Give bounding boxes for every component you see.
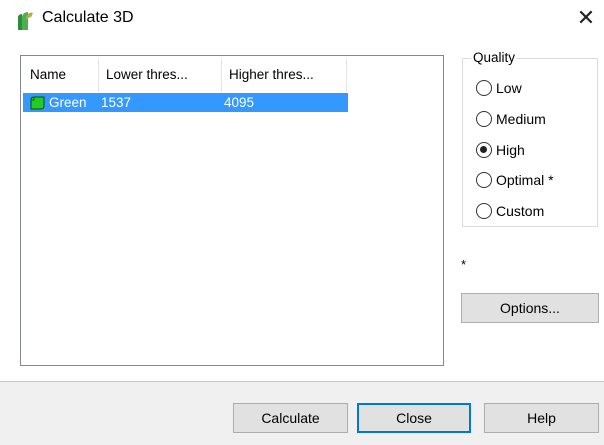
radio-label: High xyxy=(496,142,525,158)
table-row[interactable]: Green 1537 4095 xyxy=(23,93,348,112)
color-swatch-icon xyxy=(30,96,45,109)
radio-circle-icon xyxy=(476,80,492,96)
radio-custom[interactable]: Custom xyxy=(476,201,544,221)
radio-label: Medium xyxy=(496,111,546,127)
radio-medium[interactable]: Medium xyxy=(476,109,546,129)
radio-label: Low xyxy=(496,80,522,96)
options-button[interactable]: Options... xyxy=(461,293,599,323)
quality-group: Quality Low Medium High Optimal * Custom xyxy=(462,50,598,227)
column-header-lower-threshold[interactable]: Lower thres... xyxy=(99,58,222,92)
radio-circle-icon xyxy=(476,203,492,219)
calculate-button[interactable]: Calculate xyxy=(233,403,348,433)
radio-label: Optimal * xyxy=(496,172,554,188)
column-header-higher-threshold[interactable]: Higher thres... xyxy=(222,58,347,92)
radio-circle-icon xyxy=(476,172,492,188)
footnote-star: * xyxy=(461,257,467,272)
radio-checked-icon xyxy=(476,142,492,158)
radio-low[interactable]: Low xyxy=(476,78,522,98)
window-title: Calculate 3D xyxy=(42,9,134,26)
quality-legend: Quality xyxy=(471,50,518,65)
help-button[interactable]: Help xyxy=(484,403,599,433)
cell-name: Green xyxy=(23,95,99,110)
radio-optimal[interactable]: Optimal * xyxy=(476,170,554,190)
title-bar: Calculate 3D ✕ xyxy=(0,0,604,40)
row-name: Green xyxy=(49,95,87,110)
close-button[interactable]: Close xyxy=(357,403,471,433)
app-icon xyxy=(18,12,33,30)
radio-label: Custom xyxy=(496,203,545,219)
column-header-name[interactable]: Name xyxy=(23,58,99,92)
radio-high[interactable]: High xyxy=(476,140,525,160)
cell-higher-threshold: 4095 xyxy=(224,95,255,110)
radio-circle-icon xyxy=(476,111,492,127)
close-icon[interactable]: ✕ xyxy=(576,8,596,30)
cell-lower-threshold: 1537 xyxy=(101,95,132,110)
list-header: Name Lower thres... Higher thres... xyxy=(23,58,347,92)
threshold-list[interactable]: Name Lower thres... Higher thres... Gree… xyxy=(20,55,444,366)
